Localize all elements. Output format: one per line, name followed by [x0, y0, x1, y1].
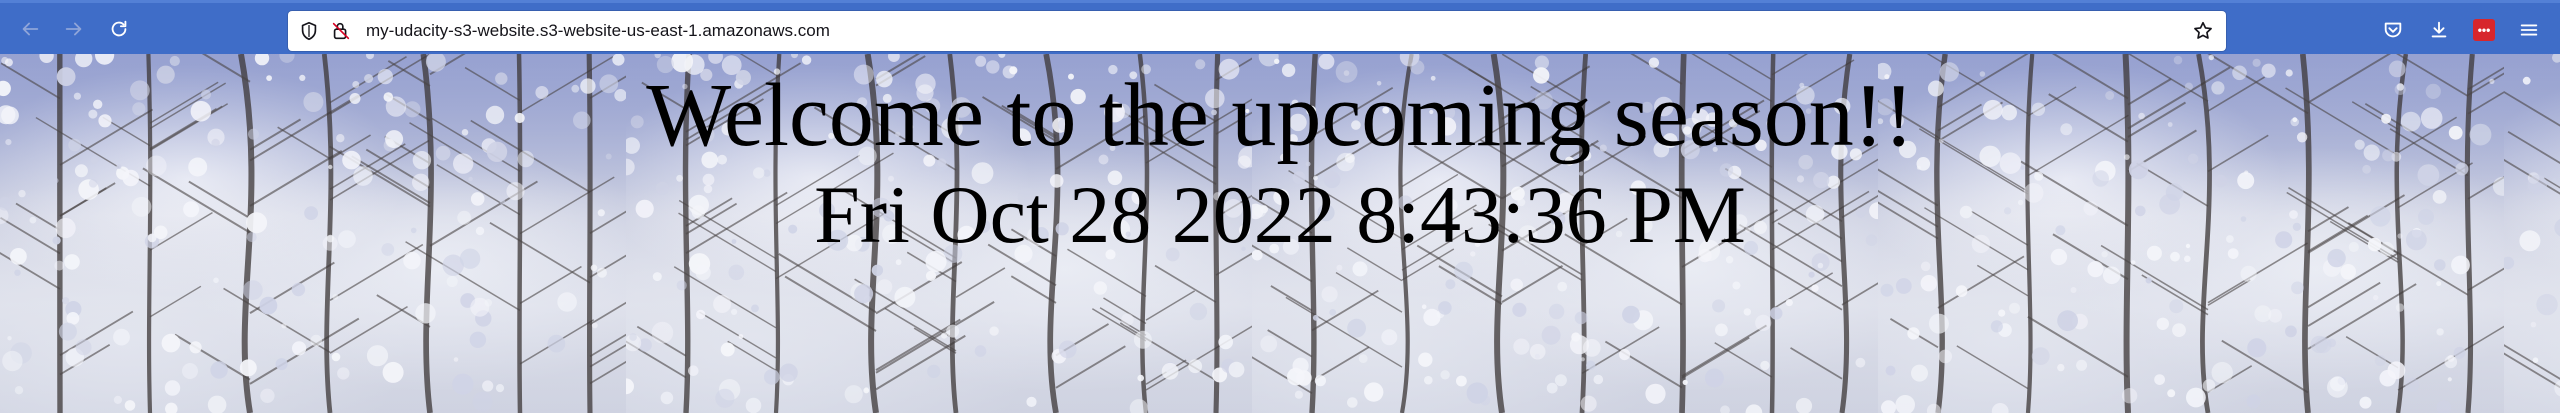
- address-bar[interactable]: my-udacity-s3-website.s3-website-us-east…: [288, 11, 2226, 51]
- browser-toolbar: my-udacity-s3-website.s3-website-us-east…: [0, 0, 2560, 54]
- back-button[interactable]: [14, 13, 46, 45]
- pocket-icon: [2384, 22, 2402, 38]
- downloads-button[interactable]: [2424, 15, 2454, 45]
- hamburger-menu-icon: [2520, 24, 2538, 36]
- reload-icon: [111, 20, 127, 37]
- shield-icon[interactable]: [298, 20, 320, 42]
- url-text[interactable]: my-udacity-s3-website.s3-website-us-east…: [366, 11, 830, 51]
- welcome-heading: Welcome to the upcoming season!!: [646, 66, 1914, 165]
- datetime-text: Fri Oct 28 2022 8:43:36 PM: [814, 169, 1746, 260]
- arrow-left-icon: [22, 22, 39, 36]
- arrow-right-icon: [65, 22, 82, 36]
- forward-button[interactable]: [58, 13, 90, 45]
- menu-button[interactable]: [2514, 15, 2544, 45]
- extension-button[interactable]: •••: [2469, 15, 2499, 45]
- extension-badge: •••: [2473, 19, 2495, 41]
- page-viewport: Welcome to the upcoming season!! Fri Oct…: [0, 54, 2560, 413]
- pocket-button[interactable]: [2378, 15, 2408, 45]
- star-icon[interactable]: [2192, 20, 2214, 42]
- download-icon: [2431, 21, 2447, 38]
- reload-button[interactable]: [103, 13, 135, 45]
- insecure-lock-icon[interactable]: [330, 20, 352, 42]
